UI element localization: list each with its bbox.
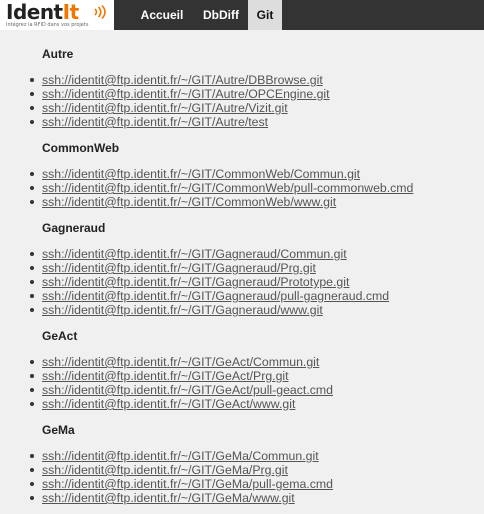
- list-item: ssh://identit@ftp.identit.fr/~/GIT/Gagne…: [0, 274, 389, 289]
- repo-link[interactable]: ssh://identit@ftp.identit.fr/~/GIT/Autre…: [42, 101, 288, 115]
- list-item: ssh://identit@ftp.identit.fr/~/GIT/GeAct…: [0, 368, 333, 383]
- list-item: ssh://identit@ftp.identit.fr/~/GIT/Autre…: [0, 86, 330, 101]
- list-item: ssh://identit@ftp.identit.fr/~/GIT/Gagne…: [0, 246, 389, 261]
- repo-link[interactable]: ssh://identit@ftp.identit.fr/~/GIT/Autre…: [42, 87, 330, 101]
- list-item: ssh://identit@ftp.identit.fr/~/GIT/Gagne…: [0, 288, 389, 303]
- repo-link[interactable]: ssh://identit@ftp.identit.fr/~/GIT/GeAct…: [42, 369, 289, 383]
- nav-item-dbdiff[interactable]: DbDiff: [196, 0, 246, 30]
- nav-item-accueil[interactable]: Accueil: [134, 0, 190, 30]
- logo-wordmark: IdentIt: [6, 0, 79, 24]
- list-item: ssh://identit@ftp.identit.fr/~/GIT/Gagne…: [0, 260, 389, 275]
- top-bar: IdentIt Intégrez la RFID dans vos projet…: [0, 0, 484, 30]
- list-item: ssh://identit@ftp.identit.fr/~/GIT/GeAct…: [0, 382, 333, 397]
- group-title: GeAct: [42, 329, 78, 343]
- list-item: ssh://identit@ftp.identit.fr/~/GIT/Autre…: [0, 100, 330, 115]
- list-item: ssh://identit@ftp.identit.fr/~/GIT/Commo…: [0, 180, 413, 195]
- identit-logo[interactable]: IdentIt Intégrez la RFID dans vos projet…: [0, 0, 114, 30]
- list-item: ssh://identit@ftp.identit.fr/~/GIT/GeMa/…: [0, 476, 333, 491]
- list-item: ssh://identit@ftp.identit.fr/~/GIT/Gagne…: [0, 302, 389, 317]
- repo-link[interactable]: ssh://identit@ftp.identit.fr/~/GIT/Autre…: [42, 73, 323, 87]
- repo-links: ssh://identit@ftp.identit.fr/~/GIT/Gagne…: [0, 246, 389, 317]
- repo-link[interactable]: ssh://identit@ftp.identit.fr/~/GIT/GeMa/…: [42, 463, 288, 477]
- repo-link[interactable]: ssh://identit@ftp.identit.fr/~/GIT/Autre…: [42, 115, 268, 129]
- list-item: ssh://identit@ftp.identit.fr/~/GIT/Commo…: [0, 166, 413, 181]
- list-item: ssh://identit@ftp.identit.fr/~/GIT/GeAct…: [0, 354, 333, 369]
- repo-link[interactable]: ssh://identit@ftp.identit.fr/~/GIT/GeMa/…: [42, 449, 319, 463]
- repo-links: ssh://identit@ftp.identit.fr/~/GIT/Commo…: [0, 166, 413, 209]
- repo-links: ssh://identit@ftp.identit.fr/~/GIT/GeMa/…: [0, 448, 333, 505]
- logo-tagline: Intégrez la RFID dans vos projets: [6, 22, 89, 28]
- rfid-waves-icon: [94, 4, 106, 20]
- group-title: GeMa: [42, 423, 75, 437]
- list-item: ssh://identit@ftp.identit.fr/~/GIT/GeMa/…: [0, 448, 333, 463]
- list-item: ssh://identit@ftp.identit.fr/~/GIT/GeMa/…: [0, 462, 333, 477]
- repo-links: ssh://identit@ftp.identit.fr/~/GIT/GeAct…: [0, 354, 333, 411]
- repo-link[interactable]: ssh://identit@ftp.identit.fr/~/GIT/GeMa/…: [42, 477, 333, 491]
- group-title: Gagneraud: [42, 221, 106, 235]
- main-nav: Accueil DbDiff Git: [114, 0, 484, 30]
- repo-link[interactable]: ssh://identit@ftp.identit.fr/~/GIT/GeAct…: [42, 383, 333, 397]
- repo-link[interactable]: ssh://identit@ftp.identit.fr/~/GIT/GeAct…: [42, 355, 319, 369]
- repo-link[interactable]: ssh://identit@ftp.identit.fr/~/GIT/Commo…: [42, 195, 336, 209]
- nav-item-git[interactable]: Git: [248, 0, 282, 30]
- group-title: Autre: [42, 47, 74, 61]
- repo-link[interactable]: ssh://identit@ftp.identit.fr/~/GIT/Commo…: [42, 167, 360, 181]
- repo-link[interactable]: ssh://identit@ftp.identit.fr/~/GIT/GeAct…: [42, 397, 295, 411]
- repo-link[interactable]: ssh://identit@ftp.identit.fr/~/GIT/Gagne…: [42, 261, 316, 275]
- group-title: CommonWeb: [42, 141, 120, 155]
- list-item: ssh://identit@ftp.identit.fr/~/GIT/Commo…: [0, 194, 413, 209]
- list-item: ssh://identit@ftp.identit.fr/~/GIT/Autre…: [0, 72, 330, 87]
- list-item: ssh://identit@ftp.identit.fr/~/GIT/GeAct…: [0, 396, 333, 411]
- repo-link[interactable]: ssh://identit@ftp.identit.fr/~/GIT/Gagne…: [42, 275, 349, 289]
- list-item: ssh://identit@ftp.identit.fr/~/GIT/GeMa/…: [0, 490, 333, 505]
- repo-links: ssh://identit@ftp.identit.fr/~/GIT/Autre…: [0, 72, 330, 129]
- repo-link[interactable]: ssh://identit@ftp.identit.fr/~/GIT/Gagne…: [42, 289, 389, 303]
- repo-link[interactable]: ssh://identit@ftp.identit.fr/~/GIT/GeMa/…: [42, 491, 295, 505]
- repo-link[interactable]: ssh://identit@ftp.identit.fr/~/GIT/Gagne…: [42, 303, 323, 317]
- repo-link[interactable]: ssh://identit@ftp.identit.fr/~/GIT/Commo…: [42, 181, 413, 195]
- repo-link[interactable]: ssh://identit@ftp.identit.fr/~/GIT/Gagne…: [42, 247, 347, 261]
- list-item: ssh://identit@ftp.identit.fr/~/GIT/Autre…: [0, 114, 330, 129]
